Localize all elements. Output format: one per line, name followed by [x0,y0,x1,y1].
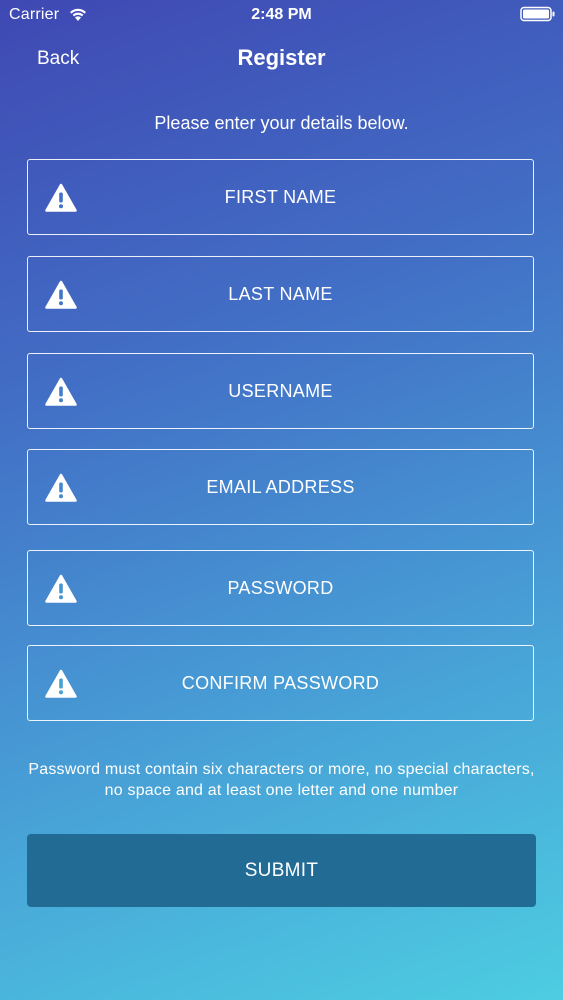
battery-icon [520,6,555,22]
last-name-placeholder: LAST NAME [228,283,333,304]
submit-button[interactable]: SUBMIT [27,834,536,907]
username-field[interactable]: USERNAME [27,353,534,429]
page-title: Register [237,45,326,70]
first-name-placeholder: FIRST NAME [224,186,337,207]
first-name-field[interactable]: FIRST NAME [27,159,534,235]
status-time: 2:48 PM [251,6,312,23]
instructions-text: Please enter your details below. [154,113,409,133]
last-name-field[interactable]: LAST NAME [27,256,534,332]
email-placeholder: EMAIL ADDRESS [206,476,355,497]
password-hint: Password must contain six characters or … [28,761,535,799]
username-placeholder: USERNAME [228,380,333,401]
email-field[interactable]: EMAIL ADDRESS [27,449,534,525]
password-placeholder: PASSWORD [227,577,334,598]
confirm-password-field[interactable]: CONFIRM PASSWORD [27,645,534,721]
password-field[interactable]: PASSWORD [27,550,534,626]
confirm-password-placeholder: CONFIRM PASSWORD [181,672,380,693]
status-bar: Carrier 2:48 PM [0,0,563,30]
register-screen: Carrier 2:48 PM Back Register Please ent… [0,0,563,1000]
